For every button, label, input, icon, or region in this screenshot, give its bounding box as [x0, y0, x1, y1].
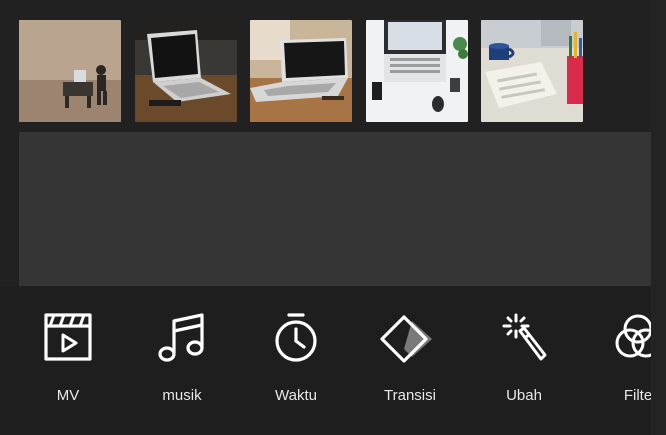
tool-musik-label: musik	[162, 387, 202, 404]
tool-musik-button[interactable]: musik	[132, 311, 232, 411]
tool-ubah-button[interactable]: Ubah	[474, 311, 574, 411]
screen-edge	[651, 0, 666, 435]
thumbnail-photo-5[interactable]	[481, 20, 583, 122]
tool-waktu-button[interactable]: Waktu	[246, 311, 346, 411]
tool-mv-button[interactable]: MV	[18, 311, 118, 411]
tool-waktu-label: Waktu	[275, 387, 317, 404]
thumbnail-photo-4[interactable]	[366, 20, 468, 122]
tool-transisi-button[interactable]: Transisi	[360, 311, 460, 411]
clapperboard-icon	[44, 313, 92, 361]
thumbnail-photo-2[interactable]	[135, 20, 237, 122]
video-preview-area[interactable]	[19, 132, 651, 286]
tool-mv-label: MV	[56, 387, 80, 404]
tool-transisi-label: Transisi	[384, 387, 436, 404]
stopwatch-icon	[275, 313, 317, 362]
editing-toolbar: MV musik Waktu Transisi Ubah Filte	[0, 287, 666, 435]
thumbnail-strip[interactable]	[19, 20, 619, 122]
thumbnail-photo-1[interactable]	[19, 20, 121, 122]
music-note-icon	[158, 313, 204, 362]
transition-icon	[380, 315, 432, 363]
thumbnail-photo-3[interactable]	[250, 20, 352, 122]
editor-screen: MV musik Waktu Transisi Ubah Filte	[0, 0, 666, 435]
tool-filter-label: Filte	[623, 387, 653, 404]
magic-wand-icon	[502, 313, 547, 361]
tool-ubah-label: Ubah	[506, 387, 542, 404]
